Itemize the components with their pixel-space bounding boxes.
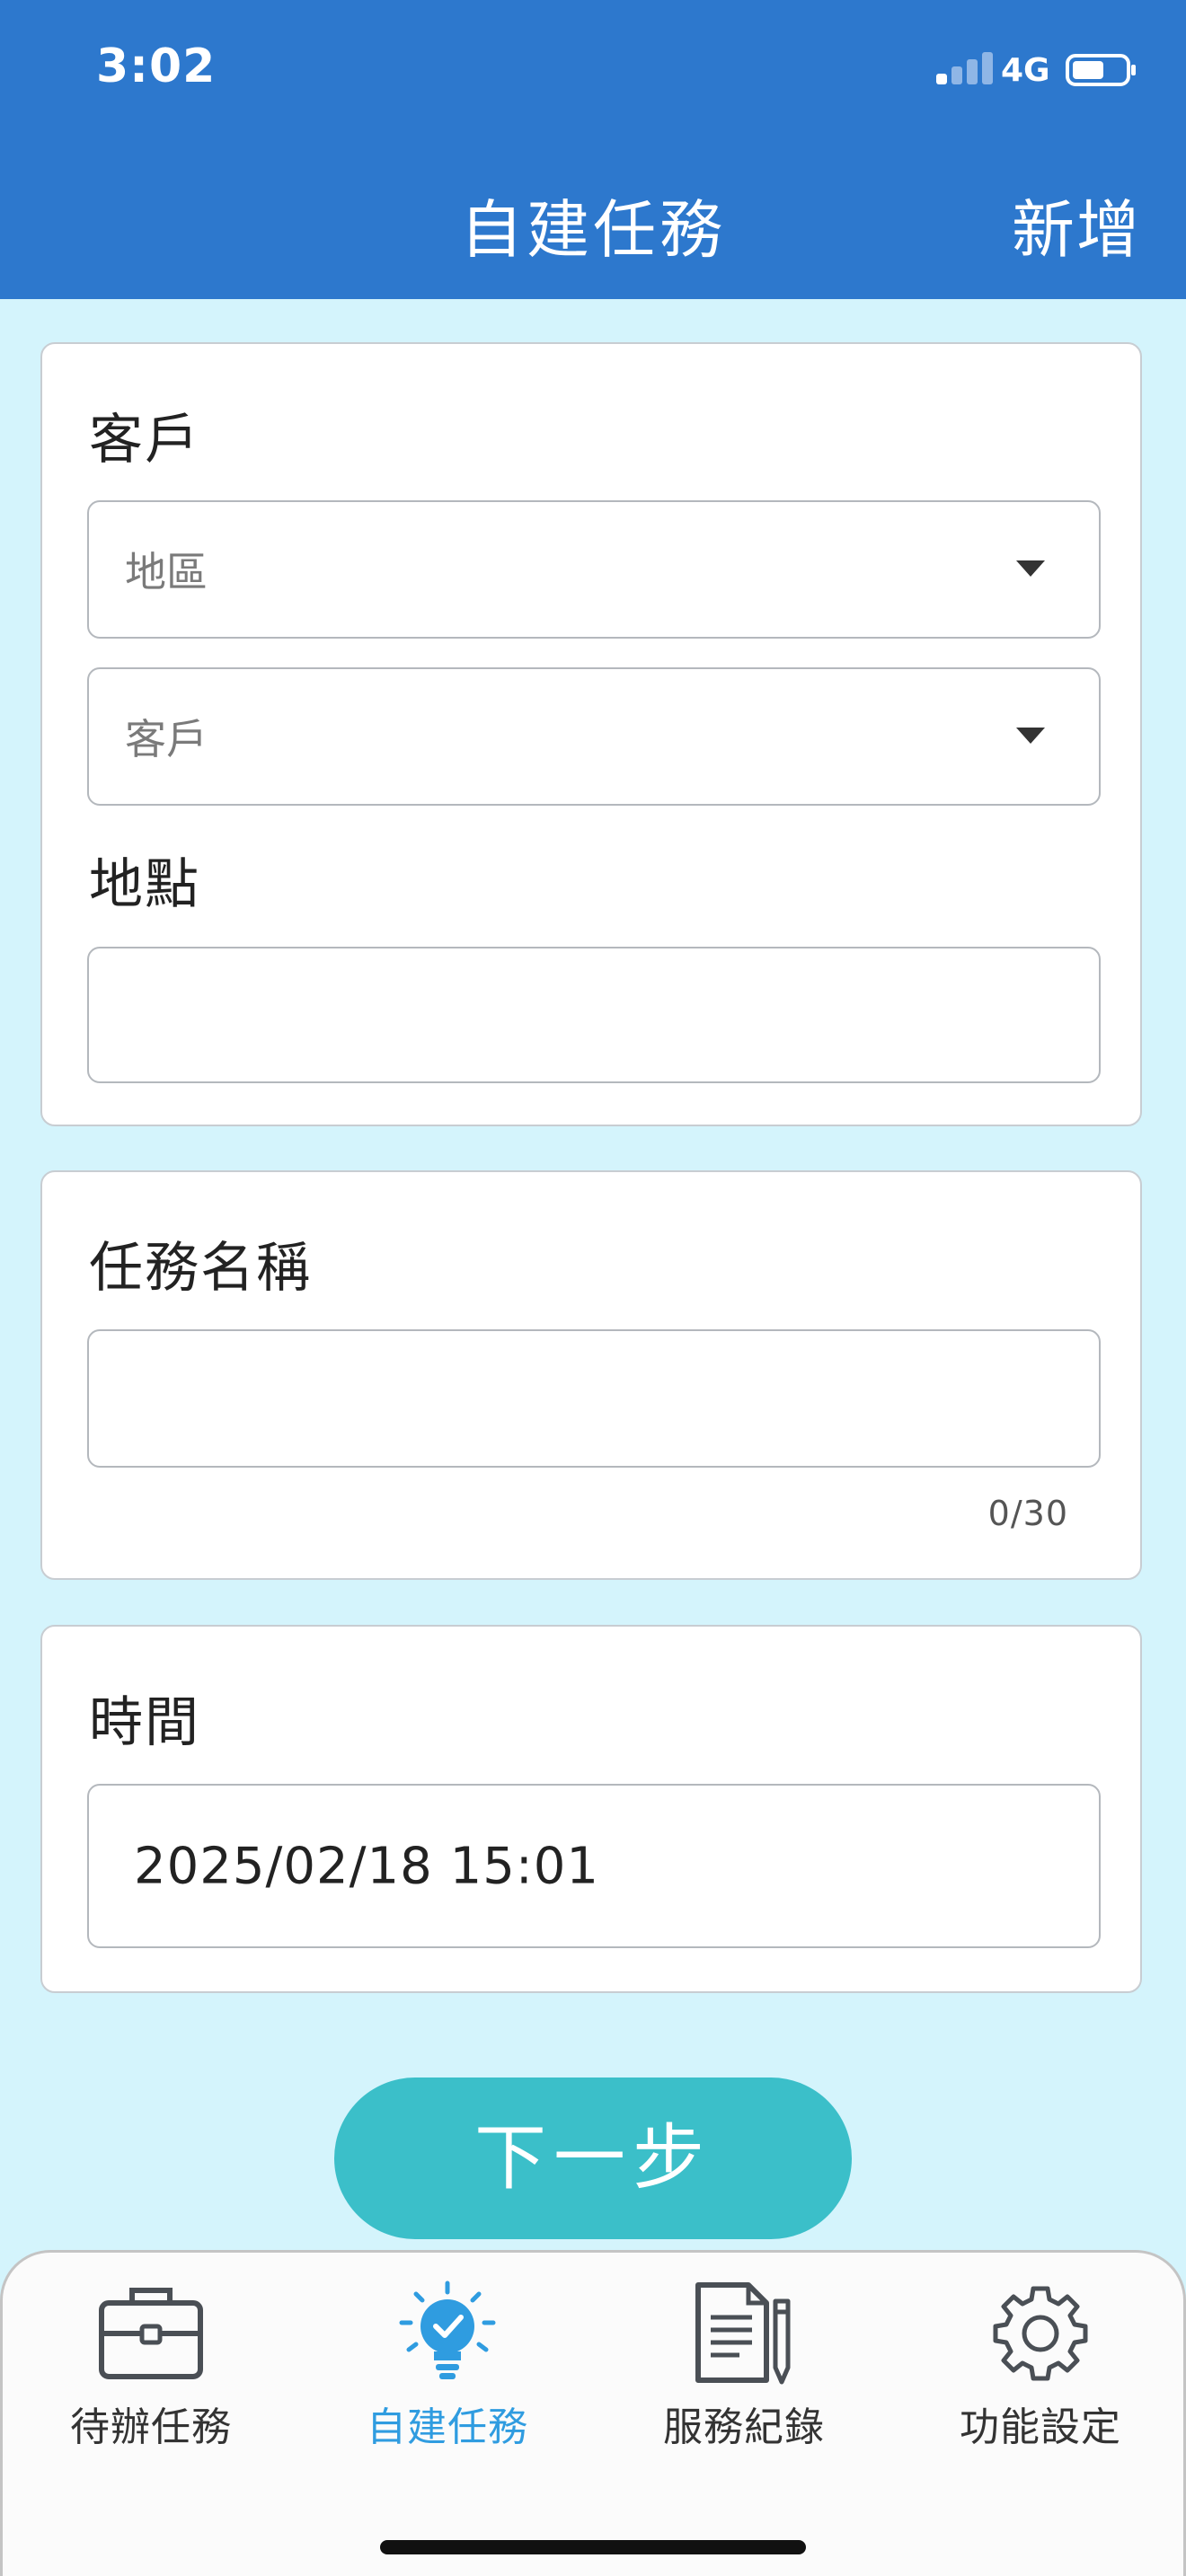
home-indicator xyxy=(380,2540,806,2554)
tab-label: 自建任務 xyxy=(367,2404,528,2450)
next-step-button[interactable]: 下一步 xyxy=(334,2078,852,2239)
region-select[interactable]: 地區 xyxy=(87,500,1101,639)
network-type: 4G xyxy=(1001,52,1050,89)
region-placeholder: 地區 xyxy=(125,548,208,596)
time-card: 時間 2025/02/18 15:01 xyxy=(40,1625,1142,1993)
tab-label: 待辦任務 xyxy=(70,2404,232,2450)
task-name-card: 任務名稱 0/30 xyxy=(40,1170,1142,1580)
chevron-down-icon xyxy=(1016,560,1045,577)
signal-icon xyxy=(936,52,993,84)
status-bar: 3:02 4G xyxy=(0,0,1186,144)
tab-settings[interactable]: 功能設定 xyxy=(892,2280,1186,2459)
time-label: 時間 xyxy=(89,1691,200,1754)
task-name-input[interactable] xyxy=(87,1329,1101,1468)
tab-service-records[interactable]: 服務紀錄 xyxy=(596,2280,892,2459)
task-name-label: 任務名稱 xyxy=(89,1237,312,1300)
battery-icon xyxy=(1066,54,1136,86)
tab-self-built-tasks[interactable]: 自建任務 xyxy=(299,2280,596,2459)
lightbulb-check-icon xyxy=(399,2280,496,2379)
location-label: 地點 xyxy=(89,853,200,916)
customer-card: 客戶 地區 客戶 地點 xyxy=(40,342,1142,1126)
tab-label: 功能設定 xyxy=(960,2404,1121,2450)
character-counter: 0/30 xyxy=(987,1494,1068,1533)
customer-select[interactable]: 客戶 xyxy=(87,667,1101,806)
document-pen-icon xyxy=(695,2282,791,2385)
time-value: 2025/02/18 15:01 xyxy=(134,1837,599,1895)
nav-bar: 自建任務 新增 xyxy=(0,144,1186,299)
customer-placeholder: 客戶 xyxy=(125,715,208,763)
tab-todo-tasks[interactable]: 待辦任務 xyxy=(3,2280,299,2459)
bottom-tab-bar: 待辦任務 自建任務 服務紀錄 功能設定 xyxy=(0,2250,1186,2576)
briefcase-icon xyxy=(99,2288,203,2379)
gear-icon xyxy=(993,2286,1088,2381)
time-input[interactable]: 2025/02/18 15:01 xyxy=(87,1784,1101,1948)
chevron-down-icon xyxy=(1016,728,1045,744)
tab-label: 服務紀錄 xyxy=(663,2404,825,2450)
page-title: 自建任務 xyxy=(460,193,726,267)
status-time: 3:02 xyxy=(96,40,217,93)
add-button[interactable]: 新增 xyxy=(1012,180,1141,270)
location-input[interactable] xyxy=(87,947,1101,1083)
customer-label: 客戶 xyxy=(89,409,200,472)
